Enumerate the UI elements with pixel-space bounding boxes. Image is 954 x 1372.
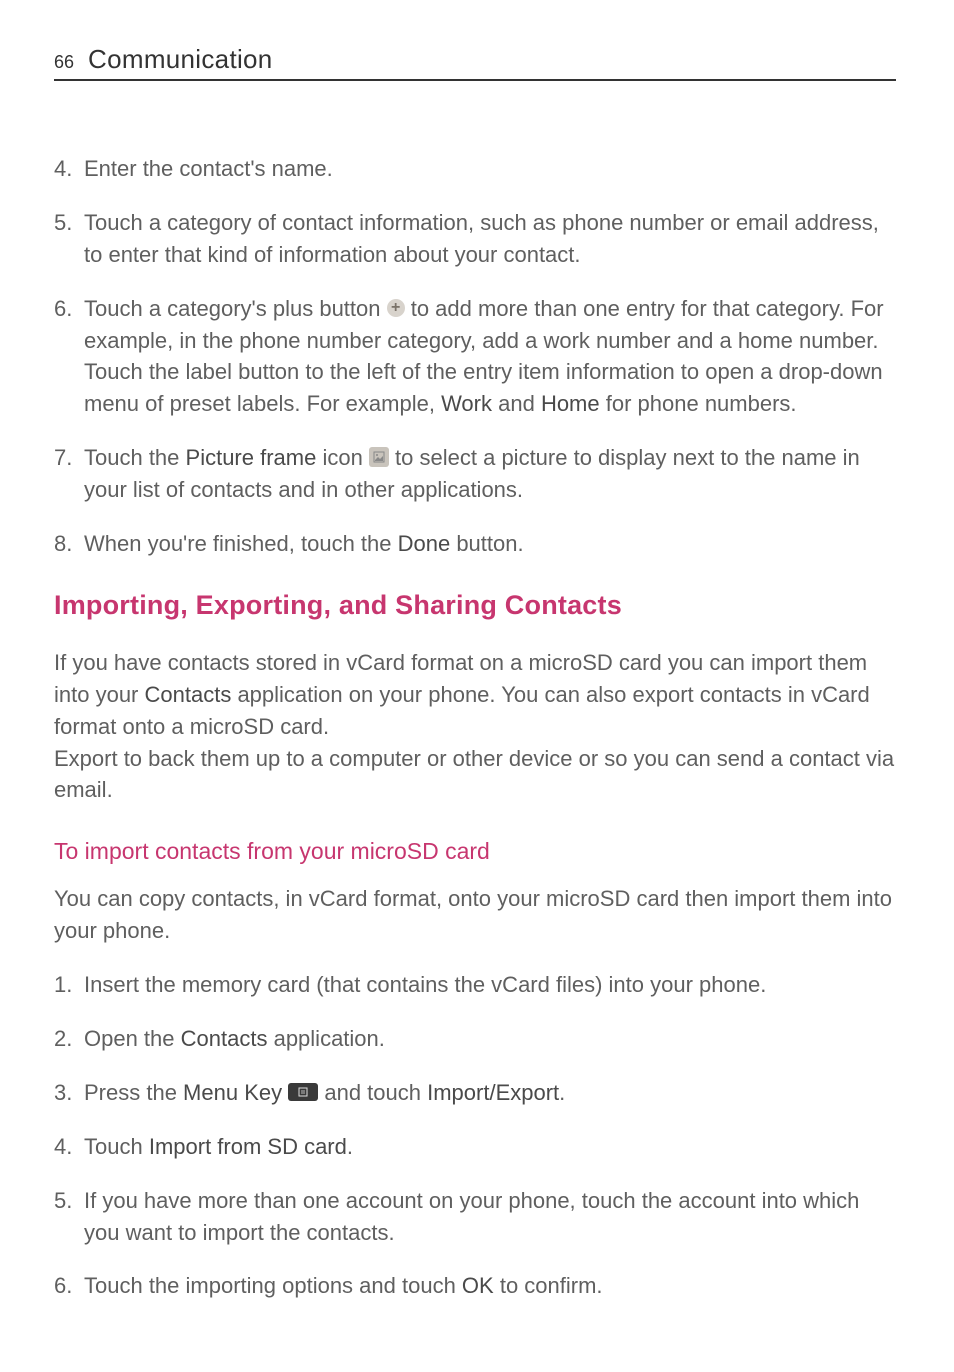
text-span: to confirm.: [494, 1273, 603, 1298]
step-item: 4. Enter the contact's name.: [54, 153, 896, 185]
step-item: 6. Touch the importing options and touch…: [54, 1270, 896, 1302]
step-number: 5.: [54, 207, 84, 271]
text-span: application.: [267, 1026, 384, 1051]
text-span: .: [559, 1080, 565, 1105]
bold-text: Contacts: [181, 1026, 268, 1051]
step-number: 4.: [54, 153, 84, 185]
step-number: 1.: [54, 969, 84, 1001]
bold-text: Picture frame: [186, 445, 317, 470]
text-span: and: [492, 391, 541, 416]
step-item: 5. Touch a category of contact informati…: [54, 207, 896, 271]
step-item: 8. When you're finished, touch the Done …: [54, 528, 896, 560]
step-number: 5.: [54, 1185, 84, 1249]
step-text: If you have more than one account on you…: [84, 1185, 896, 1249]
paragraph-text: If you have contacts stored in vCard for…: [54, 647, 896, 743]
paragraph: If you have contacts stored in vCard for…: [54, 647, 896, 806]
text-span: icon: [316, 445, 369, 470]
text-span: and touch: [318, 1080, 427, 1105]
step-text: Touch Import from SD card.: [84, 1131, 896, 1163]
page-number: 66: [54, 52, 74, 73]
step-text: Insert the memory card (that contains th…: [84, 969, 896, 1001]
step-item: 7. Touch the Picture frame icon to selec…: [54, 442, 896, 506]
picture-frame-icon: [369, 447, 389, 467]
step-item: 3. Press the Menu Key and touch Import/E…: [54, 1077, 896, 1109]
step-item: 4. Touch Import from SD card.: [54, 1131, 896, 1163]
bold-text: Home: [541, 391, 600, 416]
bold-text: Import from SD card: [149, 1134, 347, 1159]
text-span: Touch a category's plus button: [84, 296, 387, 321]
bold-text: Done: [398, 531, 451, 556]
paragraph-text: Export to back them up to a computer or …: [54, 743, 896, 807]
bold-text: Menu Key: [183, 1080, 282, 1105]
step-text: When you're finished, touch the Done but…: [84, 528, 896, 560]
text-span: Open the: [84, 1026, 181, 1051]
text-span: for phone numbers.: [600, 391, 797, 416]
step-text: Touch the importing options and touch OK…: [84, 1270, 896, 1302]
text-span: .: [347, 1134, 353, 1159]
step-text: Touch the Picture frame icon to select a…: [84, 442, 896, 506]
step-number: 8.: [54, 528, 84, 560]
bold-text: Work: [441, 391, 492, 416]
step-item: 1. Insert the memory card (that contains…: [54, 969, 896, 1001]
step-number: 6.: [54, 293, 84, 421]
step-text: Touch a category of contact information,…: [84, 207, 896, 271]
menu-key-icon: [288, 1083, 318, 1101]
step-item: 2. Open the Contacts application.: [54, 1023, 896, 1055]
plus-icon: [387, 299, 405, 317]
step-number: 2.: [54, 1023, 84, 1055]
heading-to-import: To import contacts from your microSD car…: [54, 838, 896, 865]
section-title: Communication: [88, 44, 273, 75]
step-number: 4.: [54, 1131, 84, 1163]
step-text: Enter the contact's name.: [84, 153, 896, 185]
heading-importing-exporting: Importing, Exporting, and Sharing Contac…: [54, 590, 896, 621]
step-item: 6. Touch a category's plus button to add…: [54, 293, 896, 421]
text-span: Touch the importing options and touch: [84, 1273, 462, 1298]
step-number: 7.: [54, 442, 84, 506]
bold-text: OK: [462, 1273, 494, 1298]
text-span: Press the: [84, 1080, 183, 1105]
text-span: Touch the: [84, 445, 186, 470]
bold-text: Contacts: [145, 682, 232, 707]
step-text: Touch a category's plus button to add mo…: [84, 293, 896, 421]
step-text: Open the Contacts application.: [84, 1023, 896, 1055]
step-number: 3.: [54, 1077, 84, 1109]
bold-text: Import/Export: [427, 1080, 559, 1105]
text-span: button.: [450, 531, 523, 556]
text-span: When you're finished, touch the: [84, 531, 398, 556]
step-text: Press the Menu Key and touch Import/Expo…: [84, 1077, 896, 1109]
step-item: 5. If you have more than one account on …: [54, 1185, 896, 1249]
text-span: Touch: [84, 1134, 149, 1159]
page-header: 66 Communication: [54, 44, 896, 81]
paragraph-text: You can copy contacts, in vCard format, …: [54, 883, 896, 947]
step-number: 6.: [54, 1270, 84, 1302]
